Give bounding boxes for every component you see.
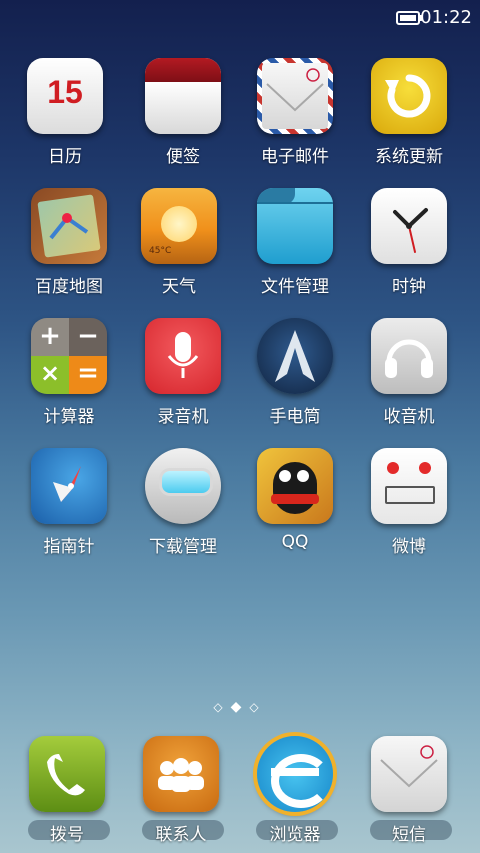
calendar-icon: 15 xyxy=(27,58,103,134)
notes-icon xyxy=(145,58,221,134)
headphones-icon xyxy=(371,318,447,394)
app-calculator[interactable]: + − × = 计算器 xyxy=(12,318,126,427)
calculator-icon: + − × = xyxy=(31,318,107,394)
app-system-update[interactable]: 系统更新 xyxy=(352,58,466,167)
qq-penguin-icon xyxy=(257,448,333,524)
app-label: 微博 xyxy=(392,537,426,557)
app-label: 天气 xyxy=(162,277,196,297)
app-label: 时钟 xyxy=(392,277,426,297)
download-robot-icon xyxy=(145,448,221,524)
dock-dialer[interactable]: 拨号 xyxy=(10,736,124,845)
app-compass[interactable]: 指南针 xyxy=(12,448,126,557)
phone-icon xyxy=(29,736,105,812)
app-label: 浏览器 xyxy=(269,825,321,845)
app-file-manager[interactable]: 文件管理 xyxy=(238,188,352,297)
email-icon xyxy=(257,58,333,134)
app-baidu-map[interactable]: 百度地图 xyxy=(12,188,126,297)
contacts-icon xyxy=(143,736,219,812)
weibo-robot-icon xyxy=(371,448,447,524)
page-dot-active[interactable]: ◆ xyxy=(231,699,250,715)
status-bar: 01:22 xyxy=(0,0,480,36)
flashlight-icon xyxy=(257,318,333,394)
battery-icon xyxy=(396,11,423,25)
app-label: 联系人 xyxy=(155,825,207,845)
page-dot[interactable]: ◇ xyxy=(213,700,230,714)
microphone-icon xyxy=(145,318,221,394)
weather-temp: 45°C xyxy=(149,246,172,256)
app-label: 手电筒 xyxy=(269,407,321,427)
app-label: 系统更新 xyxy=(375,147,443,167)
app-download-manager[interactable]: 下载管理 xyxy=(126,448,240,557)
app-recorder[interactable]: 录音机 xyxy=(126,318,240,427)
app-label: 文件管理 xyxy=(261,277,329,297)
app-label: 收音机 xyxy=(383,407,435,427)
clock-icon xyxy=(371,188,447,264)
app-weibo[interactable]: 微博 xyxy=(352,448,466,557)
status-time: 01:22 xyxy=(420,7,472,28)
app-label: 指南针 xyxy=(43,537,95,557)
update-icon xyxy=(371,58,447,134)
app-notes[interactable]: 便签 xyxy=(126,58,240,167)
app-weather[interactable]: 45°C 天气 xyxy=(122,188,236,297)
app-label: 拨号 xyxy=(50,825,84,845)
compass-icon xyxy=(31,448,107,524)
sms-icon xyxy=(371,736,447,812)
app-label: 录音机 xyxy=(157,407,209,427)
browser-icon xyxy=(257,736,333,812)
app-label: 日历 xyxy=(48,147,82,167)
app-label: 计算器 xyxy=(43,407,95,427)
dock-sms[interactable]: 短信 xyxy=(352,736,466,845)
app-label: 电子邮件 xyxy=(261,147,329,167)
map-icon xyxy=(31,188,107,264)
dock-contacts[interactable]: 联系人 xyxy=(124,736,238,845)
app-label: 短信 xyxy=(392,825,426,845)
page-dot[interactable]: ◇ xyxy=(249,700,266,714)
app-calendar[interactable]: 15 日历 xyxy=(8,58,122,167)
app-radio[interactable]: 收音机 xyxy=(352,318,466,427)
app-label: 便签 xyxy=(166,147,200,167)
weather-icon: 45°C xyxy=(141,188,217,264)
app-label: 下载管理 xyxy=(149,537,217,557)
app-label: 百度地图 xyxy=(35,277,103,297)
app-email[interactable]: 电子邮件 xyxy=(238,58,352,167)
app-flashlight[interactable]: 手电筒 xyxy=(238,318,352,427)
page-indicator: ◇◆◇ xyxy=(0,699,480,715)
calendar-date: 15 xyxy=(47,74,83,110)
app-qq[interactable]: QQ xyxy=(238,448,352,552)
app-label: QQ xyxy=(281,532,309,552)
dock-browser[interactable]: 浏览器 xyxy=(238,736,352,845)
folder-icon xyxy=(257,188,333,264)
app-clock[interactable]: 时钟 xyxy=(352,188,466,297)
